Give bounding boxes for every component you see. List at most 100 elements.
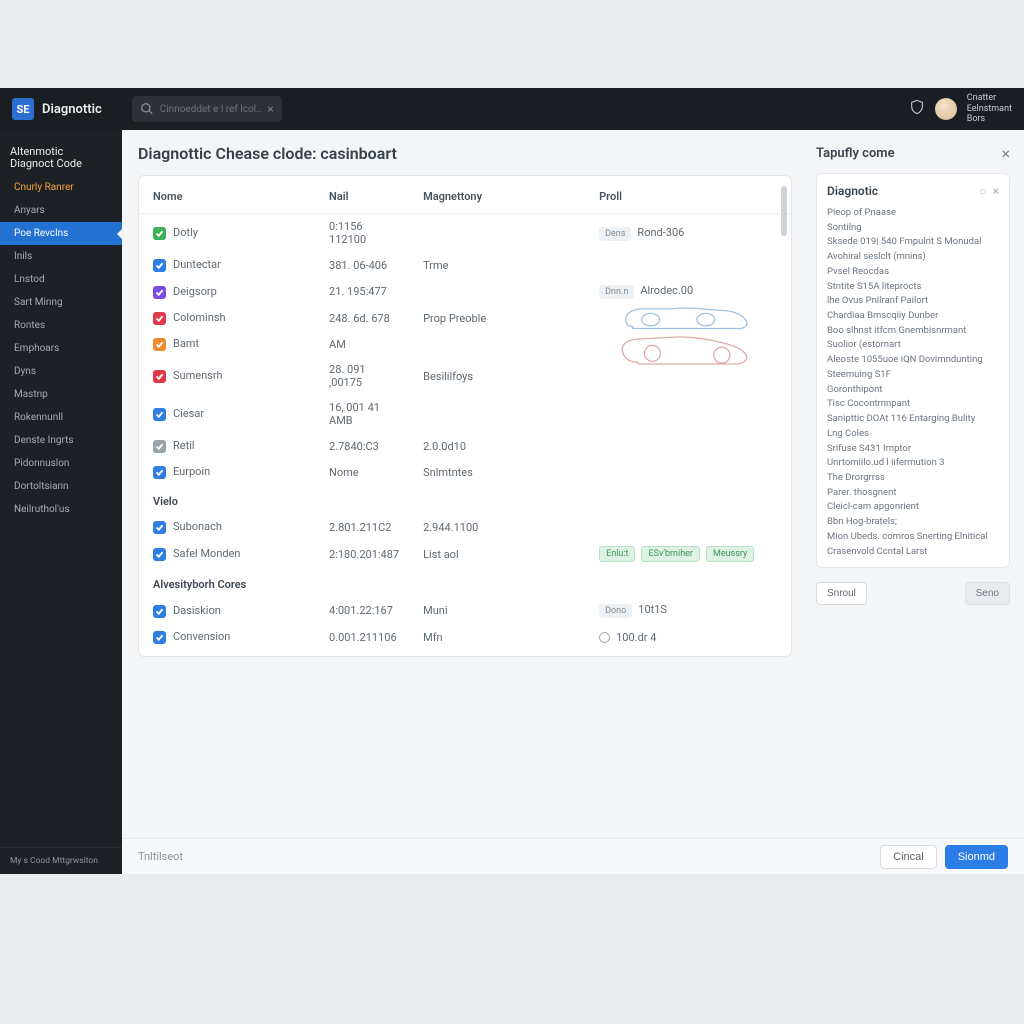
sidebar-item[interactable]: Rokennunll xyxy=(0,406,122,429)
search-input[interactable]: Cinnoeddet e l ref lcol.. × xyxy=(132,96,282,122)
check-icon xyxy=(153,338,166,351)
radio-icon[interactable] xyxy=(599,632,610,643)
sidebar-item[interactable]: Mastnp xyxy=(0,383,122,406)
search-placeholder: Cinnoeddet e l ref lcol.. xyxy=(160,104,262,115)
sidebar-footer: My s Cood Mttgrwsiton xyxy=(0,847,122,874)
status-badge: Dnn.n xyxy=(599,285,634,299)
aside-list: Pieop of PnaaseSontilngSksede 019| 540 F… xyxy=(827,206,999,559)
check-icon xyxy=(153,227,166,240)
sidebar-item[interactable]: Emphoars xyxy=(0,337,122,360)
check-icon xyxy=(153,548,166,561)
check-icon xyxy=(153,631,166,644)
topbar: SE Diagnottic Cinnoeddet e l ref lcol.. … xyxy=(0,88,1024,130)
status-badge: Dens xyxy=(599,227,631,241)
aside-line: Crasenvold Ccntal Larst xyxy=(827,545,999,560)
aside-line: The Drorgrrss xyxy=(827,471,999,486)
footer-bar: Tnltilseot Cincal Sionmd xyxy=(122,838,1024,874)
table-row[interactable]: Convension0.001.211106Mfn100.dr 4 xyxy=(139,624,791,650)
col-magnet[interactable]: Magnettony xyxy=(409,182,585,214)
aside-send-button[interactable]: Snroul xyxy=(816,582,867,605)
check-icon xyxy=(153,466,166,479)
main: Diagnottic Chease clode: casinboart Nome… xyxy=(122,130,1024,874)
sidebar-item[interactable]: Neilruthol'us xyxy=(0,498,122,521)
check-icon xyxy=(153,370,166,383)
check-icon xyxy=(153,286,166,299)
sidebar: Altenmotic Diagnoct Code Cnurly RanrerAn… xyxy=(0,130,122,874)
table-row[interactable]: Subonach2.801.211C22.944.1100 xyxy=(139,514,791,540)
aside-line: Avohiral seslclt (mnins) xyxy=(827,250,999,265)
table-row[interactable]: Ciesar16, 001 41 AMB xyxy=(139,395,791,433)
aside-card-refresh-icon[interactable]: ○ xyxy=(979,184,986,198)
search-clear-icon[interactable]: × xyxy=(267,102,273,116)
sidebar-item[interactable]: Pidonnuslon xyxy=(0,452,122,475)
table-row[interactable]: Dotly0:1156 112100DensRond-306 xyxy=(139,214,791,253)
aside-line: Sanipttic DOAt 116 Entarging Bulity xyxy=(827,412,999,427)
status-badge: Dono xyxy=(599,604,632,618)
aside-card: Diagnotic ○ × Pieop of PnaaseSontilngSks… xyxy=(816,173,1010,568)
brand-logo: SE xyxy=(12,98,34,120)
vehicle-diagram xyxy=(613,300,763,380)
sidebar-item[interactable]: Dyns xyxy=(0,360,122,383)
aside-line: Suolior (estornart xyxy=(827,338,999,353)
table-row[interactable]: Duntectar381. 06-406Trme xyxy=(139,252,791,278)
aside-secondary-button[interactable]: Seno xyxy=(965,582,1010,605)
aside-line: Boo slhnst itfcm Gnembisnrmant xyxy=(827,324,999,339)
page-title: Diagnottic Chease clode: casinboart xyxy=(138,144,792,163)
col-name[interactable]: Nome xyxy=(139,182,315,214)
shield-icon[interactable] xyxy=(909,99,925,119)
sidebar-item[interactable]: Dortoltsiann xyxy=(0,475,122,498)
aside-card-close-icon[interactable]: × xyxy=(993,184,999,198)
aside-line: Pvsel Reocdas xyxy=(827,265,999,280)
aside-line: Unrtomiilo.ud l iifermution 3 xyxy=(827,456,999,471)
table-row[interactable]: EurpoinNomeSnlmtntes xyxy=(139,459,791,485)
aside-line: Tisc Cocontrnnpant xyxy=(827,397,999,412)
aside-line: Stntite S15A liteprocts xyxy=(827,280,999,295)
table-row[interactable]: Dasiskion4:001.22:167MuniDono10t1S xyxy=(139,597,791,624)
sidebar-item[interactable]: Lnstod xyxy=(0,268,122,291)
table-card: Nome Nail Magnettony Proll Dotly0:1156 1… xyxy=(138,175,792,657)
footer-label: Tnltilseot xyxy=(138,850,183,863)
avatar[interactable] xyxy=(935,98,957,120)
search-icon xyxy=(140,102,154,116)
aside-line: Bbn Hog-bratels; xyxy=(827,515,999,530)
aside-header: Tapufly come × xyxy=(816,144,1010,163)
sidebar-item[interactable]: Anyars xyxy=(0,199,122,222)
aside-line: Cleicl-cam apgonrient xyxy=(827,500,999,515)
sidebar-header: Altenmotic Diagnoct Code xyxy=(0,140,122,176)
aside-title: Tapufly come xyxy=(816,146,895,161)
save-button[interactable]: Sionmd xyxy=(945,845,1008,869)
sidebar-item[interactable]: Denste Ingrts xyxy=(0,429,122,452)
sidebar-item[interactable]: Sart Minng xyxy=(0,291,122,314)
status-badge[interactable]: Enlu:t xyxy=(599,546,635,562)
aside-line: Aleoste 1055uoe iQN Dovimndunting xyxy=(827,353,999,368)
scrollbar[interactable] xyxy=(781,186,787,236)
aside-line: Srifuse S431 Irnptor xyxy=(827,442,999,457)
col-prol[interactable]: Proll xyxy=(585,182,791,214)
col-nail[interactable]: Nail xyxy=(315,182,409,214)
sidebar-item[interactable]: Rontes xyxy=(0,314,122,337)
table-row[interactable]: Retil2.7840:C32.0.0d10 xyxy=(139,433,791,459)
status-badge[interactable]: ESv'brniher xyxy=(641,546,700,562)
aside-card-title: Diagnotic xyxy=(827,184,878,198)
status-badge[interactable]: Meussry xyxy=(706,546,754,562)
aside-line: Goronthipont xyxy=(827,383,999,398)
brand-title: Diagnottic xyxy=(42,102,102,117)
table-row[interactable]: Safel Monden2:180.201:487List aolEnlu:tE… xyxy=(139,540,791,568)
aside-line: Sksede 019| 540 Fmpulnt S Monudal xyxy=(827,235,999,250)
check-icon xyxy=(153,605,166,618)
aside-line: Pieop of Pnaase xyxy=(827,206,999,221)
aside-line: Steemuing S1F xyxy=(827,368,999,383)
sidebar-item[interactable]: Cnurly Ranrer xyxy=(0,176,122,199)
check-icon xyxy=(153,312,166,325)
sidebar-item[interactable]: Poe Revclns xyxy=(0,222,122,245)
aside-line: Chardiaa Bmscqiiy Dunber xyxy=(827,309,999,324)
check-icon xyxy=(153,440,166,453)
section-vielo: Vielo xyxy=(139,485,791,514)
aside-line: Mion Ubeds. comros Snerting Elnitical xyxy=(827,530,999,545)
sidebar-item[interactable]: Inils xyxy=(0,245,122,268)
cancel-button[interactable]: Cincal xyxy=(880,845,937,869)
aside-line: Sontilng xyxy=(827,221,999,236)
check-icon xyxy=(153,521,166,534)
section-cores: Alvesityborh Cores xyxy=(139,568,791,597)
close-icon[interactable]: × xyxy=(1001,144,1010,163)
